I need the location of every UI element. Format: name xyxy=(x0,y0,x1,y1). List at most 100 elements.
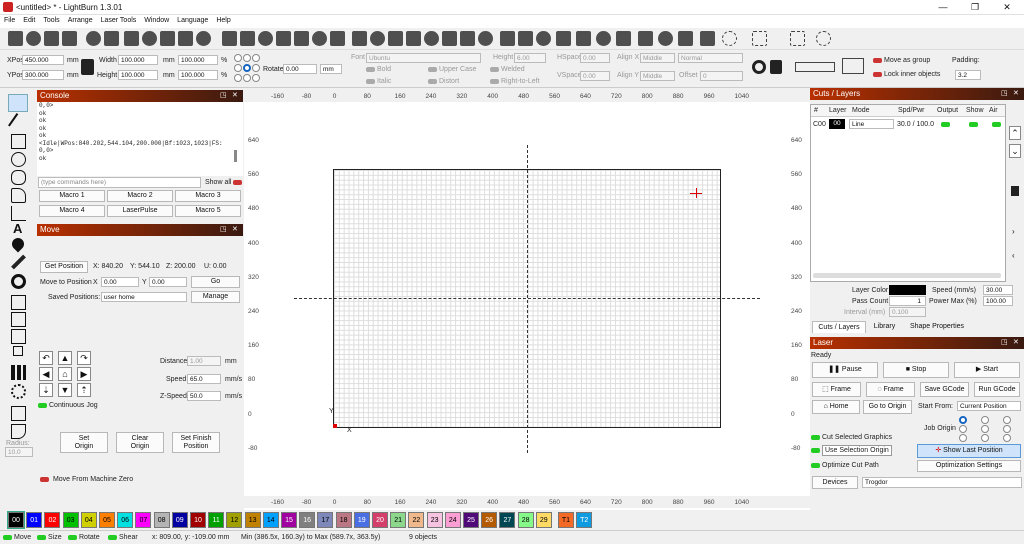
padding-field[interactable]: 3.2 xyxy=(955,70,981,80)
color-swatch-14[interactable]: 14 xyxy=(262,512,279,528)
color-swatch-15[interactable]: 15 xyxy=(281,512,297,528)
close-panel-icon[interactable]: ✕ xyxy=(232,90,238,102)
optimize-cut-toggle[interactable]: Optimize Cut Path xyxy=(811,462,879,469)
zoom-out-icon[interactable] xyxy=(276,31,291,46)
color-swatch-07[interactable]: 07 xyxy=(135,512,152,528)
color-swatch-18[interactable]: 18 xyxy=(335,512,352,528)
anchor-radio[interactable] xyxy=(234,54,242,62)
devices-button[interactable]: Devices xyxy=(812,476,858,489)
zoom-page-icon[interactable] xyxy=(312,31,327,46)
float-icon[interactable]: ◳ xyxy=(1001,337,1008,349)
font-select[interactable]: Ubuntu xyxy=(366,53,481,63)
color-swatch-02[interactable]: 02 xyxy=(44,512,61,528)
close-panel-icon[interactable]: ✕ xyxy=(232,224,238,236)
copy-icon[interactable] xyxy=(160,31,175,46)
ellipse-tool-icon[interactable] xyxy=(11,152,26,167)
open-file-icon[interactable] xyxy=(26,31,41,46)
undo-icon[interactable] xyxy=(124,31,139,46)
align-bottom-icon[interactable] xyxy=(576,31,591,46)
color-swatch-T2[interactable]: T2 xyxy=(576,512,593,528)
show-last-position-button[interactable]: ✛ Show Last Position xyxy=(917,444,1021,458)
output-toggle[interactable] xyxy=(941,121,952,128)
job-origin-radio[interactable] xyxy=(1003,416,1011,424)
move-y-field[interactable]: 0.00 xyxy=(149,277,187,287)
width-field[interactable]: 100.000 xyxy=(118,55,158,65)
anchor-radio[interactable] xyxy=(243,54,251,62)
tools-icon[interactable] xyxy=(388,31,403,46)
rtl-toggle[interactable]: Right-to-Left xyxy=(490,78,540,85)
rotate-field[interactable]: 0.00 xyxy=(283,64,317,74)
menu-laser-tools[interactable]: Laser Tools xyxy=(97,15,141,26)
pan-icon[interactable] xyxy=(752,60,766,74)
align-y-select[interactable]: Middle xyxy=(640,71,675,81)
color-swatch-01[interactable]: 01 xyxy=(26,512,43,528)
space-h-icon[interactable] xyxy=(678,31,693,46)
save-as-icon[interactable] xyxy=(86,31,101,46)
corner-tool-icon[interactable] xyxy=(11,424,26,439)
console-command-input[interactable]: (type commands here) xyxy=(38,177,201,188)
cuts-horizontal-scrollbar[interactable] xyxy=(813,273,1001,278)
color-swatch-23[interactable]: 23 xyxy=(426,512,443,528)
redo-icon[interactable] xyxy=(142,31,157,46)
color-swatch-12[interactable]: 12 xyxy=(226,512,243,528)
edit-nodes-icon[interactable] xyxy=(11,188,26,203)
position-laser-icon[interactable] xyxy=(9,235,27,253)
jog-home-icon[interactable]: ⌂ xyxy=(58,367,72,381)
anchor-radio[interactable] xyxy=(234,64,242,72)
jog-speed-field[interactable]: 65.0 xyxy=(187,374,221,384)
move-icon[interactable] xyxy=(240,31,255,46)
machine-zero-toggle[interactable]: Move From Machine Zero xyxy=(40,476,133,483)
move-x-field[interactable]: 0.00 xyxy=(101,277,139,287)
machine-settings-icon[interactable] xyxy=(406,31,421,46)
float-icon[interactable]: ◳ xyxy=(220,224,227,236)
job-origin-radio[interactable] xyxy=(1003,425,1011,433)
macro-1-button[interactable]: Macro 1 xyxy=(39,190,105,202)
user-icon[interactable] xyxy=(424,31,439,46)
laserpulse-button[interactable]: LaserPulse xyxy=(107,205,173,217)
distribute-h-icon[interactable] xyxy=(638,31,653,46)
welded-toggle[interactable]: Welded xyxy=(490,66,525,73)
zoom-fit-icon[interactable] xyxy=(294,31,309,46)
color-swatch-09[interactable]: 09 xyxy=(171,512,188,528)
vspace-field[interactable]: 0.00 xyxy=(580,71,610,81)
start-from-select[interactable]: Current Position xyxy=(957,401,1021,411)
italic-toggle[interactable]: Italic xyxy=(366,78,391,85)
move-mode-toggle[interactable]: Move xyxy=(3,534,31,541)
cut-selected-toggle[interactable]: Cut Selected Graphics xyxy=(811,434,892,441)
clear-origin-button[interactable]: Clear Origin xyxy=(116,432,164,453)
lock-inner-toggle[interactable]: Lock inner objects xyxy=(873,71,940,78)
anchor-radio[interactable] xyxy=(252,74,260,82)
z-down-icon[interactable]: ⇣ xyxy=(39,383,53,397)
align-hcenter-icon[interactable] xyxy=(596,31,611,46)
color-swatch-24[interactable]: 24 xyxy=(444,512,461,528)
close-icon[interactable]: ✕ xyxy=(992,2,1022,13)
unit-toggle[interactable]: mm xyxy=(320,64,342,74)
layer-color-swatch[interactable] xyxy=(889,285,926,295)
width-pct-field[interactable]: 100.000 xyxy=(178,55,218,65)
job-origin-radio[interactable] xyxy=(959,425,967,433)
home-button[interactable]: ⌂ Home xyxy=(812,400,860,414)
color-swatch-28[interactable]: 28 xyxy=(517,512,534,528)
color-swatch-08[interactable]: 08 xyxy=(153,512,170,528)
menu-edit[interactable]: Edit xyxy=(19,15,39,26)
cut-speed-field[interactable]: 30.00 xyxy=(983,285,1013,295)
tab-shape-properties[interactable]: Shape Properties xyxy=(903,321,971,333)
offset-field[interactable]: 0 xyxy=(700,71,743,81)
menu-file[interactable]: File xyxy=(0,15,19,26)
float-icon[interactable]: ◳ xyxy=(1001,88,1008,100)
align-x-select[interactable]: Middle xyxy=(640,53,675,63)
export-icon[interactable] xyxy=(104,31,119,46)
new-file-icon[interactable] xyxy=(8,31,23,46)
maximize-icon[interactable]: ❐ xyxy=(960,2,990,13)
distribute-v-icon[interactable] xyxy=(658,31,673,46)
z-up-icon[interactable]: ⇡ xyxy=(77,383,91,397)
color-swatch-T1[interactable]: T1 xyxy=(558,512,574,528)
minimize-icon[interactable]: — xyxy=(928,2,958,13)
group-icon[interactable] xyxy=(722,31,737,46)
jog-left-icon[interactable]: ◀ xyxy=(39,367,53,381)
air-toggle[interactable] xyxy=(992,121,1003,128)
boolean-intersect-icon[interactable] xyxy=(13,346,23,356)
delete-icon[interactable] xyxy=(222,31,237,46)
macro-5-button[interactable]: Macro 5 xyxy=(175,205,241,217)
upper-case-toggle[interactable]: Upper Case xyxy=(428,66,476,73)
